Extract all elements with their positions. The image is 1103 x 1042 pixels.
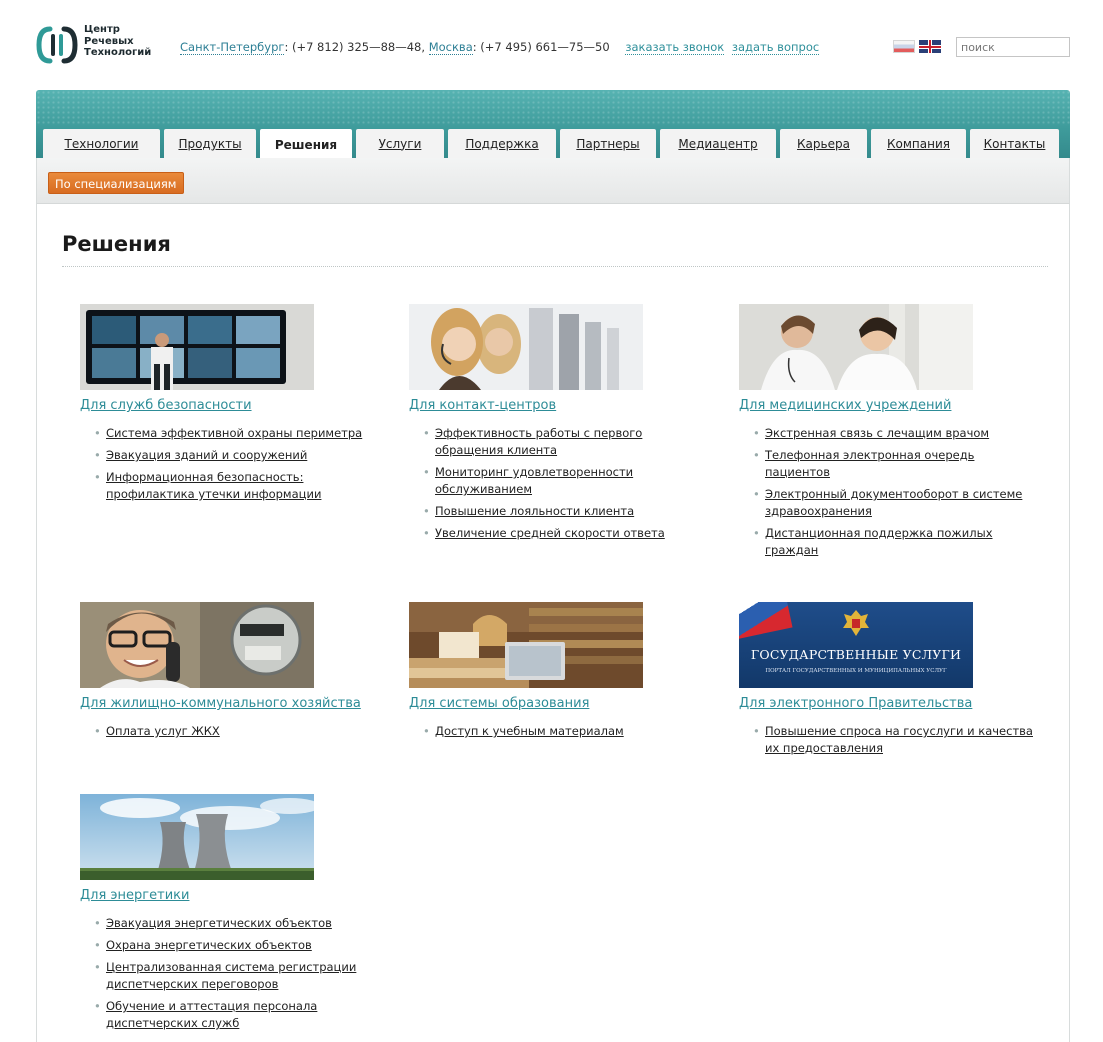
list-item[interactable]: Увеличение средней скорости ответа: [423, 525, 703, 542]
logo-brackets-icon: [36, 26, 78, 64]
nav-tab[interactable]: Партнеры: [560, 129, 656, 158]
solution-block-e-government: ГОСУДАРСТВЕННЫЕ УСЛУГИ ПОРТАЛ ГОСУДАРСТВ…: [739, 602, 1039, 762]
library-student-image[interactable]: [409, 602, 643, 688]
gosuslugi-banner-image[interactable]: ГОСУДАРСТВЕННЫЕ УСЛУГИ ПОРТАЛ ГОСУДАРСТВ…: [739, 602, 973, 688]
list-item[interactable]: Повышение лояльности клиента: [423, 503, 703, 520]
russian-flag-decoration: [739, 602, 793, 640]
nav-tab[interactable]: Решения: [260, 129, 352, 160]
banner-subtitle: ПОРТАЛ ГОСУДАРСТВЕННЫХ И МУНИЦИПАЛЬНЫХ У…: [765, 668, 947, 674]
list-item[interactable]: Экстренная связь с лечащим врачом: [753, 425, 1033, 442]
subnav-tab-specializations[interactable]: По специализациям: [48, 172, 184, 194]
solution-block-education: Для системы образования Доступ к учебным…: [409, 602, 709, 745]
cooling-towers-image[interactable]: [80, 794, 314, 880]
list-item[interactable]: Эффективность работы с первого обращения…: [423, 425, 703, 459]
block-title[interactable]: Для системы образования: [409, 696, 709, 711]
solution-list: Система эффективной охраны периметра Эва…: [94, 425, 380, 503]
msk-phone: : (+7 495) 661—75—50: [472, 40, 610, 54]
list-item[interactable]: Эвакуация энергетических объектов: [94, 915, 374, 932]
solution-block-medical: Для медицинских учреждений Экстренная св…: [739, 304, 1039, 564]
list-item[interactable]: Телефонная электронная очередь пациентов: [753, 447, 1033, 481]
list-item[interactable]: Оплата услуг ЖКХ: [94, 723, 374, 740]
main-nav: Технологии Продукты Решения Услуги Поддержка…: [43, 129, 1063, 160]
list-item[interactable]: Система эффективной охраны периметра: [94, 425, 374, 442]
solution-block-energy: Для энергетики Эвакуация энергетических …: [80, 794, 380, 1037]
list-item[interactable]: Эвакуация зданий и сооружений: [94, 447, 374, 464]
nav-tab[interactable]: Компания: [871, 129, 966, 158]
nav-tab[interactable]: Технологии: [43, 129, 160, 158]
doctors-image[interactable]: [739, 304, 973, 390]
nav-tab[interactable]: Медиацентр: [660, 129, 776, 158]
russian-flag-icon[interactable]: [893, 40, 915, 53]
list-item[interactable]: Охрана энергетических объектов: [94, 937, 374, 954]
list-item[interactable]: Информационная безопасность: профилактик…: [94, 469, 374, 503]
ask-question-link[interactable]: задать вопрос: [731, 40, 820, 55]
solution-list: Повышение спроса на госуслуги и качества…: [753, 723, 1039, 757]
page-title: Решения: [62, 232, 171, 256]
solution-block-utilities: Для жилищно-коммунального хозяйства Опла…: [80, 602, 380, 745]
nav-tab[interactable]: Контакты: [970, 129, 1059, 158]
language-switcher: [893, 39, 945, 53]
coat-of-arms-icon: [843, 610, 869, 636]
list-item[interactable]: Обучение и аттестация персонала диспетче…: [94, 998, 374, 1032]
block-title[interactable]: Для электронного Правительства: [739, 696, 1039, 711]
nav-tab[interactable]: Услуги: [356, 129, 444, 158]
msk-city-link[interactable]: Москва: [428, 40, 473, 55]
utility-meter-image[interactable]: [80, 602, 314, 688]
solution-list: Эффективность работы с первого обращения…: [423, 425, 709, 542]
spb-phone: : (+7 812) 325—88—48,: [284, 40, 429, 54]
block-title[interactable]: Для служб безопасности: [80, 398, 380, 413]
list-item[interactable]: Электронный документооборот в системе зд…: [753, 486, 1033, 520]
logo-text: Центр Речевых Технологий: [84, 24, 151, 59]
solution-list: Оплата услуг ЖКХ: [94, 723, 380, 740]
logo-line: Технологий: [84, 47, 152, 58]
nav-tab[interactable]: Поддержка: [448, 129, 556, 158]
solution-block-contact-centers: Для контакт-центров Эффективность работы…: [409, 304, 709, 547]
solution-block-security: Для служб безопасности Система эффективн…: [80, 304, 380, 508]
block-title[interactable]: Для энергетики: [80, 888, 380, 903]
callback-link[interactable]: заказать звонок: [625, 40, 725, 55]
block-title[interactable]: Для медицинских учреждений: [739, 398, 1039, 413]
logo-line: Речевых: [84, 35, 134, 47]
banner-title: ГОСУДАРСТВЕННЫЕ УСЛУГИ: [750, 647, 962, 662]
title-divider: [62, 266, 1048, 267]
solution-list: Экстренная связь с лечащим врачом Телефо…: [753, 425, 1039, 559]
logo[interactable]: Центр Речевых Технологий: [36, 24, 156, 68]
nav-tab[interactable]: Продукты: [164, 129, 256, 158]
list-item[interactable]: Мониторинг удовлетворенности обслуживани…: [423, 464, 703, 498]
solution-list: Доступ к учебным материалам: [423, 723, 709, 740]
block-title[interactable]: Для жилищно-коммунального хозяйства: [80, 696, 380, 711]
logo-line: Центр: [84, 24, 120, 35]
list-item[interactable]: Централизованная система регистрации дис…: [94, 959, 374, 993]
list-item[interactable]: Доступ к учебным материалам: [423, 723, 703, 740]
nav-tab[interactable]: Карьера: [780, 129, 867, 158]
spb-city-link[interactable]: Санкт-Петербург: [180, 40, 285, 55]
header-contacts: Санкт-Петербург: (+7 812) 325—88—48, Мос…: [180, 40, 820, 55]
search-input[interactable]: [956, 37, 1070, 57]
contact-center-operators-image[interactable]: [409, 304, 643, 390]
uk-flag-icon[interactable]: [919, 40, 941, 53]
block-title[interactable]: Для контакт-центров: [409, 398, 709, 413]
subnav-bar: [36, 158, 1070, 204]
security-monitors-image[interactable]: [80, 304, 314, 390]
list-item[interactable]: Повышение спроса на госуслуги и качества…: [753, 723, 1033, 757]
list-item[interactable]: Дистанционная поддержка пожилых граждан: [753, 525, 1033, 559]
solution-list: Эвакуация энергетических объектов Охрана…: [94, 915, 380, 1032]
